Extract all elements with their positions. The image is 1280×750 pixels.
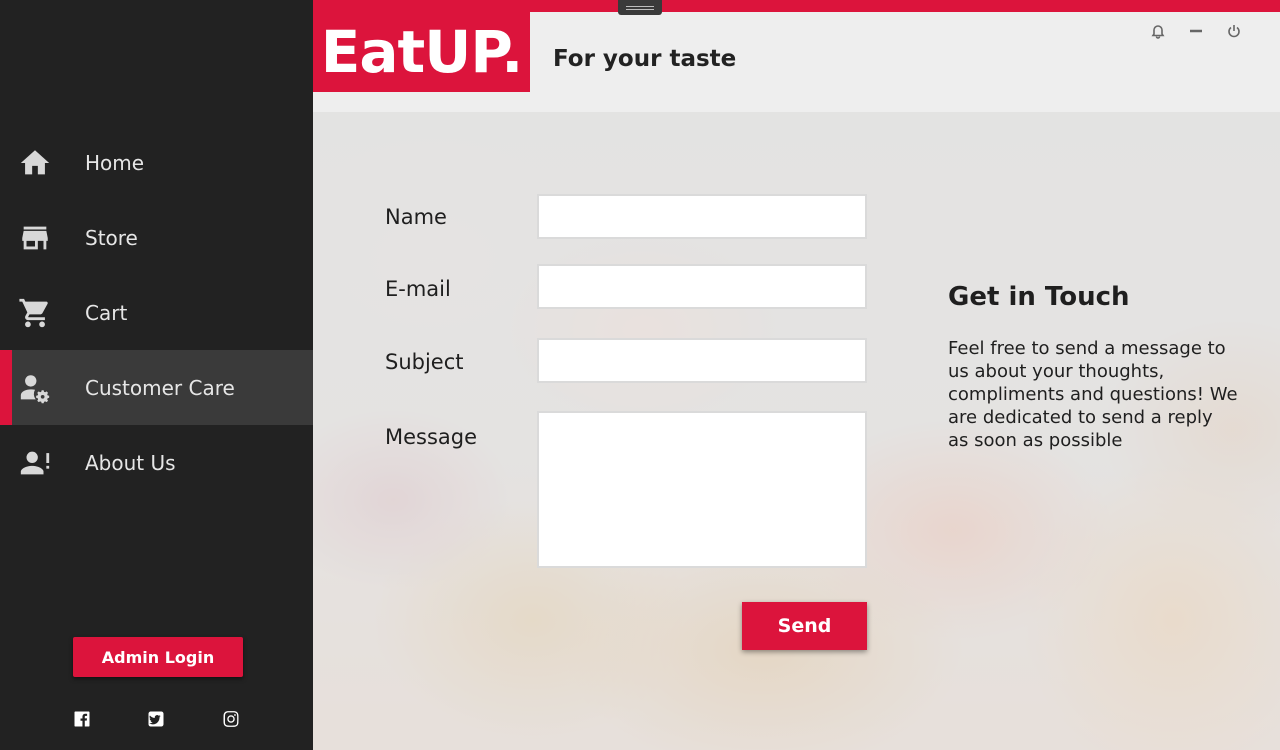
sidebar: Home Store Cart Customer Care About Us A… — [0, 0, 313, 750]
sidebar-nav: Home Store Cart Customer Care About Us — [0, 125, 313, 500]
name-input[interactable] — [537, 194, 867, 239]
logo-text: EatUP. — [320, 18, 523, 86]
sidebar-item-label: About Us — [85, 450, 176, 475]
facebook-icon[interactable] — [72, 709, 92, 729]
header: EatUP. For your taste — [313, 12, 1280, 112]
send-button[interactable]: Send — [742, 602, 867, 650]
drag-handle[interactable] — [618, 0, 662, 15]
sidebar-item-label: Customer Care — [85, 375, 235, 400]
sidebar-item-label: Cart — [85, 300, 128, 325]
sidebar-item-label: Store — [85, 225, 138, 250]
top-accent-bar — [313, 0, 1280, 12]
about-us-icon — [17, 445, 53, 481]
email-input[interactable] — [537, 264, 867, 309]
power-icon[interactable] — [1225, 22, 1243, 40]
subject-label: Subject — [385, 350, 464, 374]
bell-icon[interactable] — [1149, 22, 1167, 40]
cart-icon — [17, 295, 53, 331]
logo: EatUP. — [313, 12, 530, 92]
customer-care-icon — [17, 370, 53, 406]
get-in-touch-text: Feel free to send a message to us about … — [948, 338, 1238, 451]
email-label: E-mail — [385, 277, 451, 301]
instagram-icon[interactable] — [221, 709, 241, 729]
sidebar-item-store[interactable]: Store — [0, 200, 313, 275]
sidebar-item-home[interactable]: Home — [0, 125, 313, 200]
main-content: EatUP. For your taste Name E-mail Subjec… — [313, 0, 1280, 750]
sidebar-item-label: Home — [85, 150, 145, 175]
store-icon — [17, 220, 53, 256]
twitter-icon[interactable] — [146, 709, 166, 729]
minimize-icon[interactable] — [1187, 22, 1205, 40]
message-textarea[interactable] — [537, 411, 867, 568]
admin-login-button[interactable]: Admin Login — [73, 637, 243, 677]
message-label: Message — [385, 425, 478, 449]
home-icon — [17, 145, 53, 181]
sidebar-item-customer-care[interactable]: Customer Care — [0, 350, 313, 425]
tagline: For your taste — [553, 46, 737, 72]
name-label: Name — [385, 205, 447, 229]
sidebar-item-cart[interactable]: Cart — [0, 275, 313, 350]
get-in-touch-title: Get in Touch — [948, 282, 1130, 312]
sidebar-item-about-us[interactable]: About Us — [0, 425, 313, 500]
subject-input[interactable] — [537, 338, 867, 383]
